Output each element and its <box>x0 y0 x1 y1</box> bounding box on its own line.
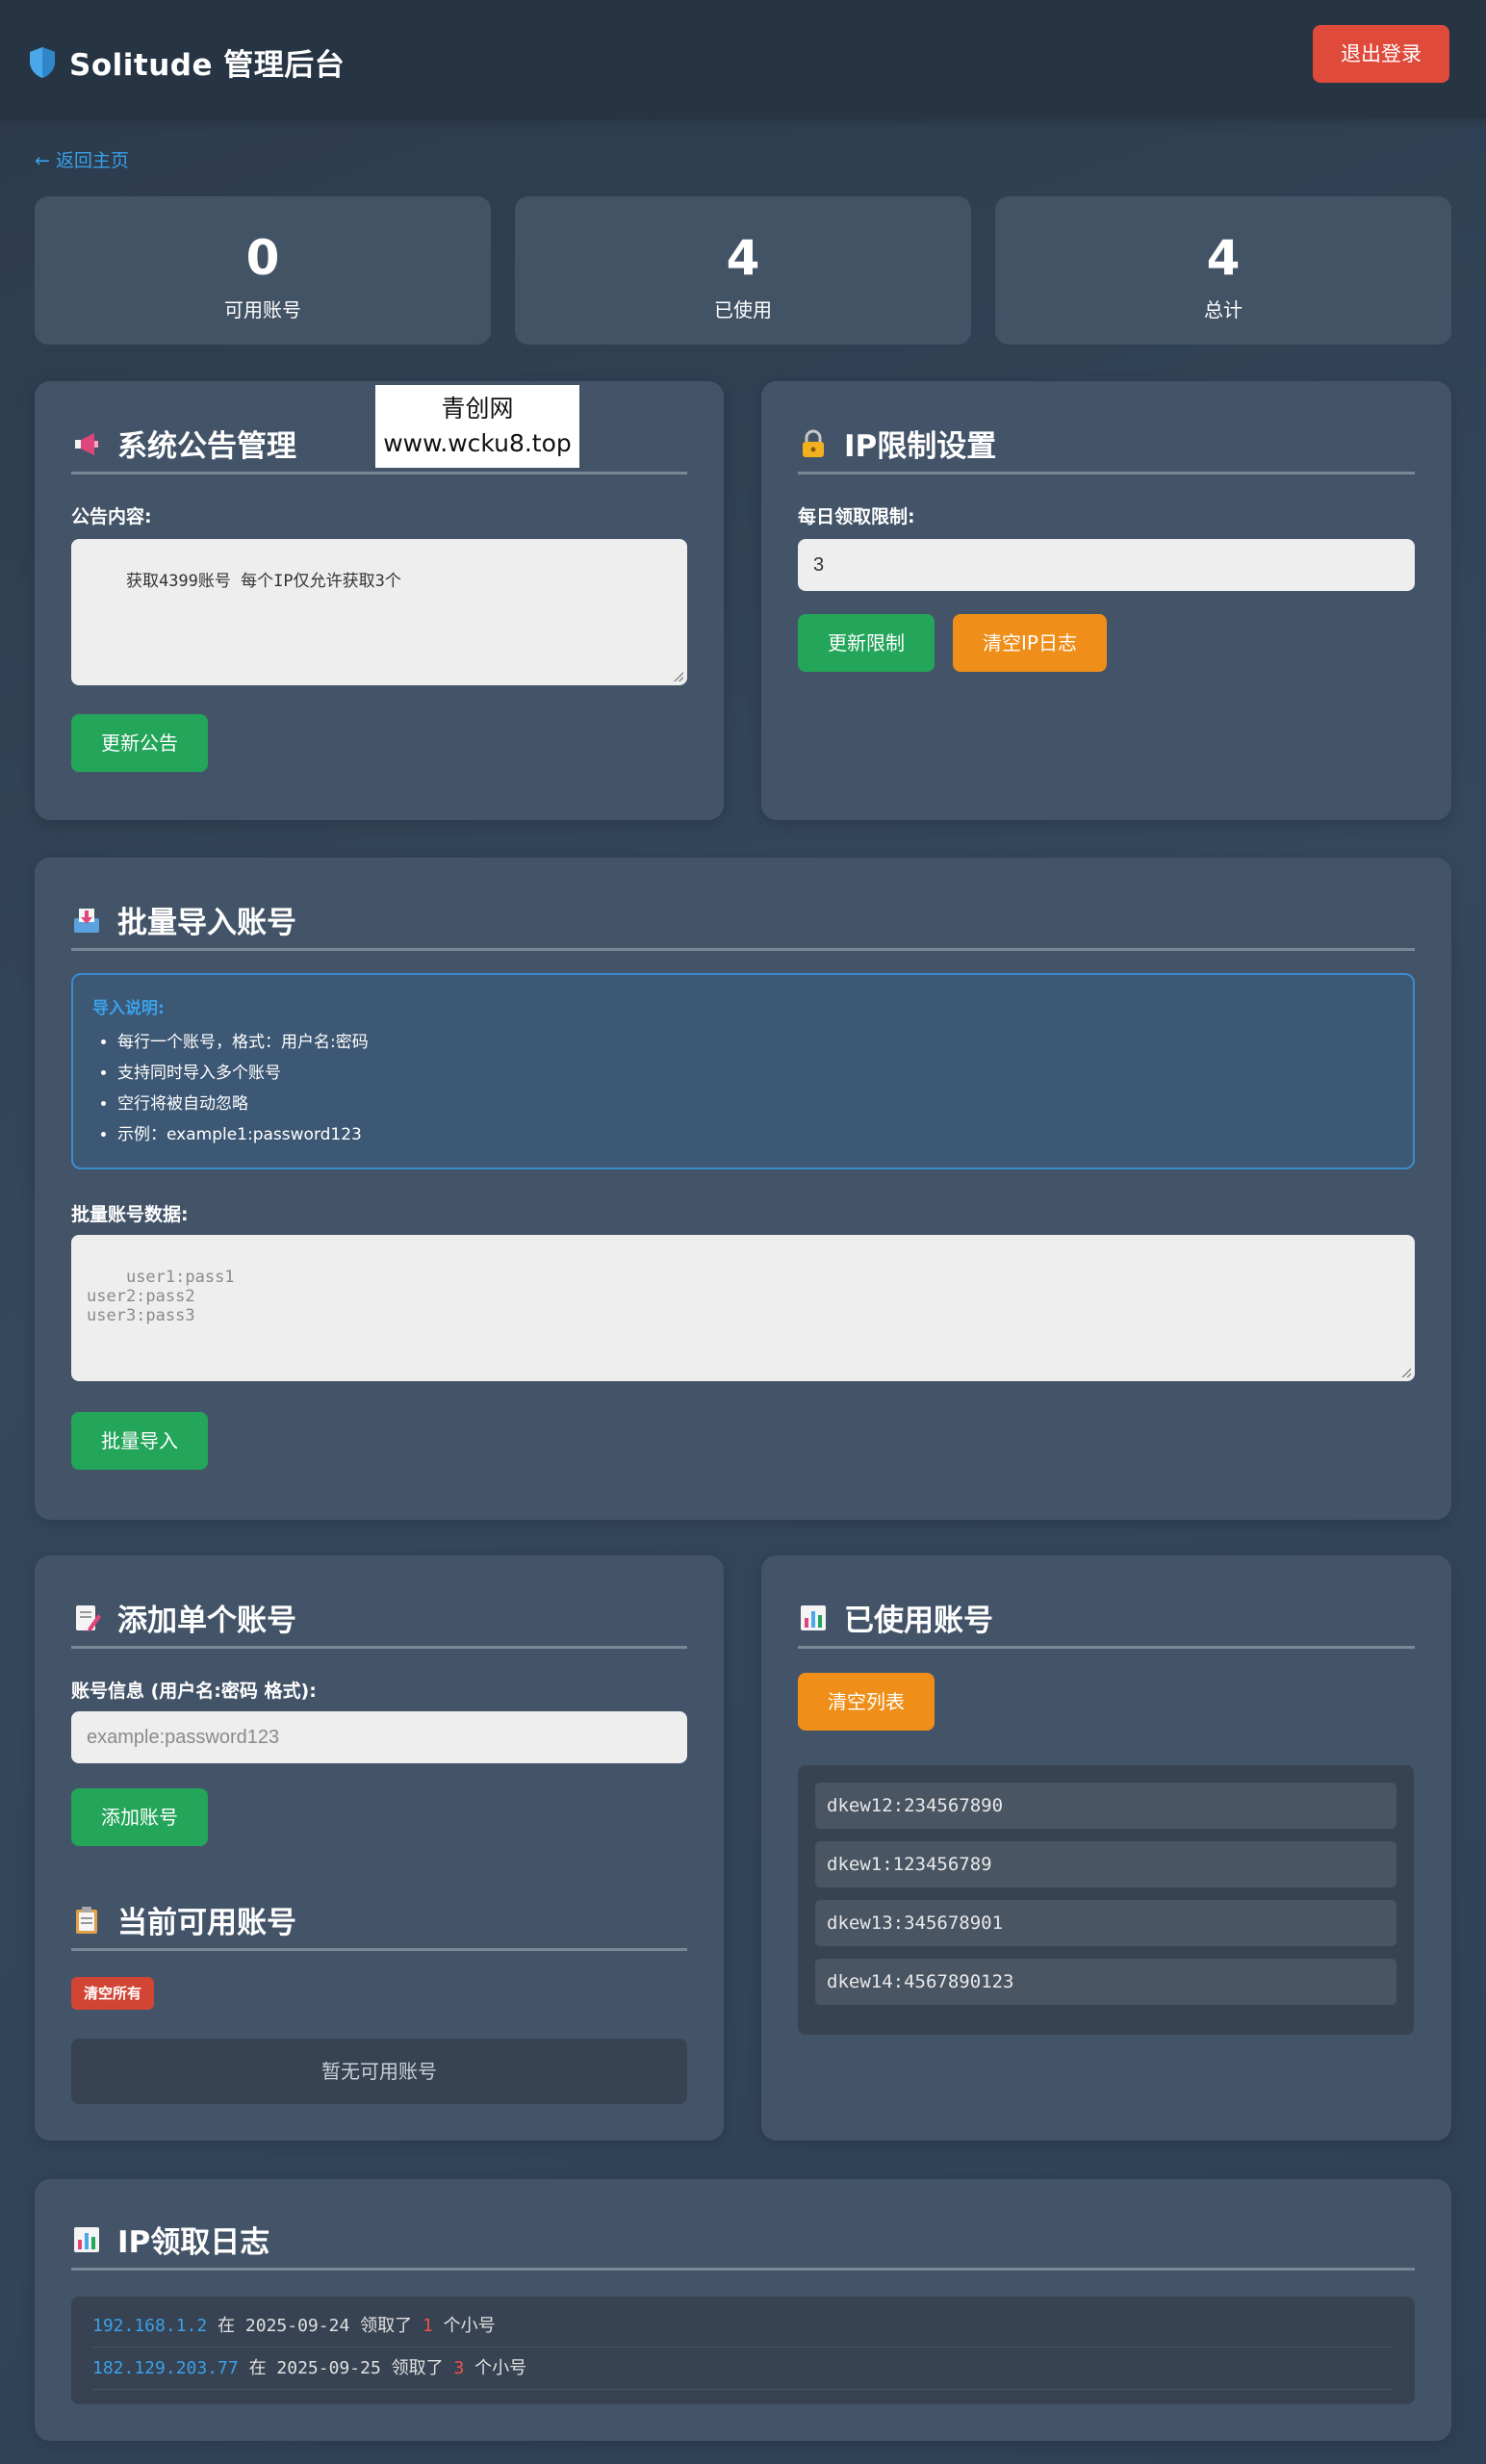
list-item: dkew1:123456789 <box>815 1841 1396 1887</box>
account-info-input[interactable]: example:password123 <box>71 1711 687 1763</box>
divider <box>798 472 1415 475</box>
divider <box>71 472 687 475</box>
batch-import-title-text: 批量导入账号 <box>117 906 296 940</box>
used-accounts-title: 已使用账号 <box>798 1596 993 1639</box>
account-info-placeholder: example:password123 <box>87 1727 280 1748</box>
stat-card-used: 4 已使用 <box>515 196 971 345</box>
used-accounts-panel: 已使用账号 清空列表 dkew12:234567890 dkew1:123456… <box>761 1555 1451 2141</box>
ip-log-panel: IP领取日志 192.168.1.2 在 2025-09-24 领取了 1 个小… <box>35 2179 1451 2441</box>
ip-log-title: IP领取日志 <box>71 2218 269 2261</box>
batch-data-textarea[interactable]: user1:pass1 user2:pass2 user3:pass3 <box>71 1235 1415 1381</box>
back-home-link[interactable]: ← 返回主页 <box>35 146 129 172</box>
shield-icon <box>30 46 55 78</box>
log-text: 个小号 <box>443 2316 496 2336</box>
daily-limit-input[interactable]: 3 <box>798 539 1415 591</box>
log-count: 1 <box>422 2316 433 2336</box>
account-info-label: 账号信息 (用户名:密码 格式): <box>71 1681 317 1702</box>
info-item: 每行一个账号，格式：用户名:密码 <box>117 1027 369 1058</box>
used-accounts-title-text: 已使用账号 <box>844 1604 993 1638</box>
info-item: 支持同时导入多个账号 <box>117 1058 369 1089</box>
add-account-button[interactable]: 添加账号 <box>71 1788 208 1846</box>
resize-grip-icon[interactable] <box>1401 1368 1411 1377</box>
stat-card-total: 4 总计 <box>995 196 1451 345</box>
divider <box>71 948 1415 951</box>
top-header: Solitude 管理后台 退出登录 <box>0 0 1486 117</box>
daily-limit-label: 每日领取限制: <box>798 506 915 527</box>
ip-log-title-text: IP领取日志 <box>117 2225 270 2260</box>
info-title: 导入说明: <box>92 999 165 1018</box>
clear-ip-log-button[interactable]: 清空IP日志 <box>953 614 1107 672</box>
batch-data-label: 批量账号数据: <box>71 1204 189 1225</box>
batch-import-panel: 批量导入账号 导入说明: 每行一个账号，格式：用户名:密码 支持同时导入多个账号… <box>35 858 1451 1520</box>
divider <box>71 1948 687 1951</box>
log-ip: 192.168.1.2 <box>92 2316 208 2336</box>
watermark-line1: 青创网 <box>441 395 514 423</box>
stat-value: 4 <box>1206 230 1241 286</box>
bar-chart-icon <box>801 1604 826 1630</box>
clear-all-button[interactable]: 清空所有 <box>71 1977 154 2010</box>
log-date: 2025-09-25 <box>276 2358 381 2378</box>
watermark: 青创网 www.wcku8.top <box>375 385 579 468</box>
ip-limit-title-text: IP限制设置 <box>844 429 997 464</box>
stat-card-available: 0 可用账号 <box>35 196 491 345</box>
batch-data-placeholder: user1:pass1 user2:pass2 user3:pass3 <box>87 1268 235 1325</box>
log-ip: 182.129.203.77 <box>92 2358 239 2378</box>
announcement-title-text: 系统公告管理 <box>117 429 296 464</box>
bar-chart-icon <box>74 2226 99 2252</box>
app-title: Solitude 管理后台 <box>69 48 346 83</box>
log-count: 3 <box>453 2358 465 2378</box>
batch-import-button[interactable]: 批量导入 <box>71 1412 208 1470</box>
used-accounts-list: dkew12:234567890 dkew1:123456789 dkew13:… <box>798 1765 1414 2035</box>
log-text: 个小号 <box>474 2358 527 2378</box>
stat-value: 0 <box>245 230 280 286</box>
available-title-text: 当前可用账号 <box>117 1906 296 1940</box>
announcement-textarea[interactable]: 获取4399账号 每个IP仅允许获取3个 <box>71 539 687 685</box>
add-single-title-text: 添加单个账号 <box>117 1604 296 1638</box>
announcement-label: 公告内容: <box>71 506 152 527</box>
empty-state: 暂无可用账号 <box>71 2039 687 2104</box>
list-item: dkew14:4567890123 <box>815 1959 1396 2005</box>
logout-button[interactable]: 退出登录 <box>1313 25 1449 83</box>
info-item: 空行将被自动忽略 <box>117 1089 369 1119</box>
inbox-tray-icon <box>74 908 99 933</box>
update-announcement-button[interactable]: 更新公告 <box>71 714 208 772</box>
brand: Solitude 管理后台 <box>29 40 345 84</box>
stat-label: 已使用 <box>714 298 772 321</box>
lock-icon <box>803 429 824 457</box>
stat-value: 4 <box>726 230 760 286</box>
log-text: 领取了 <box>391 2358 444 2378</box>
stat-label: 总计 <box>1204 298 1243 321</box>
announcement-title: 系统公告管理 <box>71 422 296 465</box>
clipboard-icon <box>76 1906 97 1934</box>
log-date: 2025-09-24 <box>244 2316 350 2336</box>
ip-limit-title: IP限制设置 <box>798 422 996 465</box>
memo-icon <box>76 1604 101 1631</box>
info-item: 示例：example1:password123 <box>117 1119 369 1150</box>
import-instructions: 导入说明: 每行一个账号，格式：用户名:密码 支持同时导入多个账号 空行将被自动… <box>71 973 1415 1169</box>
watermark-line2: www.wcku8.top <box>383 429 572 457</box>
log-row: 182.129.203.77 在 2025-09-25 领取了 3 个小号 <box>92 2348 1394 2390</box>
resize-grip-icon[interactable] <box>674 672 683 681</box>
log-text: 领取了 <box>360 2316 413 2336</box>
add-single-title: 添加单个账号 <box>71 1596 296 1639</box>
stat-label: 可用账号 <box>224 298 301 321</box>
log-text: 在 <box>248 2358 267 2378</box>
add-single-panel: 添加单个账号 账号信息 (用户名:密码 格式): example:passwor… <box>35 1555 724 2141</box>
clear-used-list-button[interactable]: 清空列表 <box>798 1673 935 1731</box>
info-list: 每行一个账号，格式：用户名:密码 支持同时导入多个账号 空行将被自动忽略 示例：… <box>92 1027 369 1150</box>
available-title: 当前可用账号 <box>71 1898 296 1941</box>
list-item: dkew12:234567890 <box>815 1783 1396 1829</box>
megaphone-icon <box>75 432 98 455</box>
log-row: 192.168.1.2 在 2025-09-24 领取了 1 个小号 <box>92 2306 1394 2348</box>
ip-limit-panel: IP限制设置 每日领取限制: 3 更新限制 清空IP日志 <box>761 381 1451 820</box>
log-text: 在 <box>218 2316 236 2336</box>
list-item: dkew13:345678901 <box>815 1900 1396 1946</box>
update-limit-button[interactable]: 更新限制 <box>798 614 935 672</box>
divider <box>71 2268 1415 2271</box>
announcement-text: 获取4399账号 每个IP仅允许获取3个 <box>125 572 401 591</box>
divider <box>798 1646 1415 1649</box>
divider <box>71 1646 687 1649</box>
ip-log-list: 192.168.1.2 在 2025-09-24 领取了 1 个小号 182.1… <box>71 2297 1415 2404</box>
batch-import-title: 批量导入账号 <box>71 898 296 941</box>
